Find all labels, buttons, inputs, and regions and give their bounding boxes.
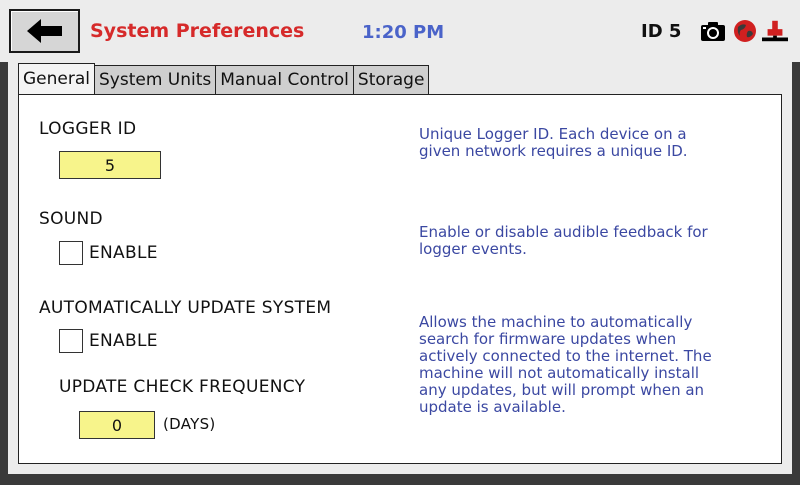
globe-icon[interactable] (732, 18, 758, 44)
logger-id-label: LOGGER ID (39, 119, 137, 139)
logger-id-input[interactable]: 5 (59, 151, 161, 179)
plug-icon[interactable] (762, 18, 788, 44)
auto-update-enable-label: ENABLE (89, 331, 158, 351)
page-title: System Preferences (90, 20, 305, 42)
preferences-panel: General System Units Manual Control Stor… (8, 62, 792, 474)
camera-icon[interactable] (700, 18, 726, 44)
tab-system-units[interactable]: System Units (94, 65, 217, 94)
sound-label: SOUND (39, 209, 103, 229)
general-tab-content: LOGGER ID 5 Unique Logger ID. Each devic… (18, 94, 782, 464)
tab-bar: General System Units Manual Control Stor… (18, 63, 430, 94)
sound-enable-label: ENABLE (89, 243, 158, 263)
update-frequency-label: UPDATE CHECK FREQUENCY (59, 377, 306, 397)
tab-general[interactable]: General (18, 63, 95, 94)
tab-manual-control[interactable]: Manual Control (215, 65, 354, 94)
update-frequency-unit: (DAYS) (163, 415, 216, 433)
update-frequency-input[interactable]: 0 (79, 411, 155, 439)
back-button[interactable] (9, 9, 80, 53)
auto-update-description: Allows the machine to automatically sear… (419, 313, 712, 416)
arrow-left-icon (26, 19, 62, 43)
clock-time: 1:20 PM (362, 22, 445, 43)
sound-description: Enable or disable audible feedback for l… (419, 223, 708, 258)
auto-update-enable-checkbox[interactable] (59, 329, 83, 353)
tab-storage[interactable]: Storage (352, 65, 430, 94)
header-bar: System Preferences 1:20 PM ID 5 (0, 0, 800, 62)
device-id: ID 5 (641, 21, 682, 42)
logger-id-description: Unique Logger ID. Each device on a given… (419, 125, 688, 160)
sound-enable-checkbox[interactable] (59, 241, 83, 265)
auto-update-label: AUTOMATICALLY UPDATE SYSTEM (39, 298, 332, 318)
